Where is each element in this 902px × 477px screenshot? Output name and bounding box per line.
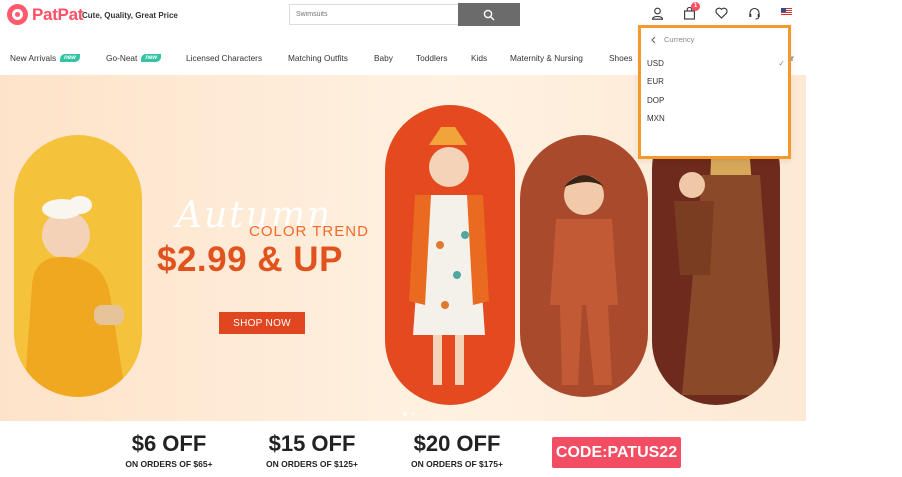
promo-tier-1[interactable]: $6 OFF ON ORDERS OF $65+	[118, 431, 220, 470]
currency-back-button[interactable]: Currency	[650, 35, 694, 44]
nav-item-label: Licensed Characters	[186, 53, 263, 63]
patpat-logo[interactable]: PatPat	[7, 4, 83, 25]
chevron-left-icon	[651, 36, 656, 43]
logo-icon	[7, 4, 28, 25]
nav-item-matching-outfits[interactable]: Matching Outfits	[288, 53, 348, 63]
search-button[interactable]	[458, 3, 520, 26]
banner-subtitle: COLOR TREND	[249, 223, 369, 240]
cart-count-badge: 1	[691, 2, 700, 11]
currency-code: USD	[647, 59, 664, 68]
nav-item-partial[interactable]: r	[791, 53, 794, 63]
checkmark-icon: ✓	[778, 59, 785, 68]
nav-item-maternity-nursing[interactable]: Maternity & Nursing	[510, 53, 583, 63]
search-input[interactable]	[289, 4, 459, 25]
search-icon	[483, 9, 495, 20]
logo-wordmark: PatPat	[32, 4, 84, 24]
nav-item-label: Shoes	[609, 53, 633, 63]
currency-option-eur[interactable]: EUR	[647, 77, 785, 86]
nav-item-label: Go-Neat	[106, 53, 138, 63]
wishlist-button[interactable]	[713, 5, 729, 21]
nav-item-go-neat[interactable]: Go-Neat new	[106, 53, 162, 63]
nav-item-toddlers[interactable]: Toddlers	[416, 53, 447, 63]
promo-amount: $6 OFF	[131, 431, 207, 456]
currency-code: MXN	[647, 114, 665, 123]
currency-dropdown[interactable]: Currency USD ✓ EUR DOP MXN	[638, 25, 791, 159]
nav-item-label: New Arrivals	[10, 53, 57, 63]
toddler-photo	[520, 135, 648, 397]
promo-tier-2[interactable]: $15 OFF ON ORDERS OF $125+	[258, 431, 366, 470]
girl-figure	[409, 127, 489, 385]
promo-code-button[interactable]: CODE:PATUS22	[552, 437, 681, 468]
account-button[interactable]	[649, 5, 665, 21]
baby-photo	[14, 135, 142, 397]
currency-option-mxn[interactable]: MXN	[647, 114, 785, 123]
new-badge: new	[60, 54, 80, 62]
promo-code-value: PATUS22	[607, 443, 678, 461]
banner-price: $2.99 & UP	[157, 240, 343, 279]
baby-figure	[24, 196, 126, 397]
nav-item-baby[interactable]: Baby	[374, 53, 393, 63]
nav-item-label: Kids	[471, 53, 488, 63]
currency-option-dop[interactable]: DOP	[647, 96, 785, 105]
shop-now-button[interactable]: SHOP NOW	[219, 312, 305, 334]
currency-code: DOP	[647, 96, 665, 105]
headset-icon	[748, 7, 760, 19]
nav-item-label: Toddlers	[416, 53, 448, 63]
currency-code: EUR	[647, 77, 664, 86]
promo-condition: ON ORDERS OF $125+	[266, 459, 358, 469]
promo-condition: ON ORDERS OF $175+	[411, 459, 503, 469]
currency-title: Currency	[664, 35, 695, 44]
nav-item-new-arrivals[interactable]: New Arrivals new	[10, 53, 80, 63]
promo-amount: $20 OFF	[413, 431, 501, 456]
promo-tier-3[interactable]: $20 OFF ON ORDERS OF $175+	[403, 431, 511, 470]
nav-item-label: Matching Outfits	[288, 53, 348, 63]
brand-tagline: Cute, Quality, Great Price	[82, 11, 178, 20]
support-button[interactable]	[746, 5, 762, 21]
nav-item-shoes[interactable]: Shoes	[609, 53, 633, 63]
promo-condition: ON ORDERS OF $65+	[125, 459, 213, 469]
promo-amount: $15 OFF	[268, 431, 356, 456]
currency-option-usd[interactable]: USD ✓	[647, 59, 785, 68]
us-flag-icon[interactable]	[781, 8, 792, 16]
carousel-dot[interactable]	[411, 412, 415, 416]
carousel-dot[interactable]	[403, 412, 407, 416]
nav-item-label: Baby	[374, 53, 393, 63]
toddler-figure	[550, 175, 618, 385]
nav-item-label: Maternity & Nursing	[510, 53, 583, 63]
girl-photo	[385, 105, 515, 405]
nav-item-kids[interactable]: Kids	[471, 53, 487, 63]
new-badge: new	[141, 54, 162, 62]
user-icon	[651, 7, 663, 20]
nav-item-licensed-characters[interactable]: Licensed Characters	[186, 53, 262, 63]
promo-code-label: CODE:	[555, 443, 608, 461]
heart-icon	[714, 7, 728, 19]
